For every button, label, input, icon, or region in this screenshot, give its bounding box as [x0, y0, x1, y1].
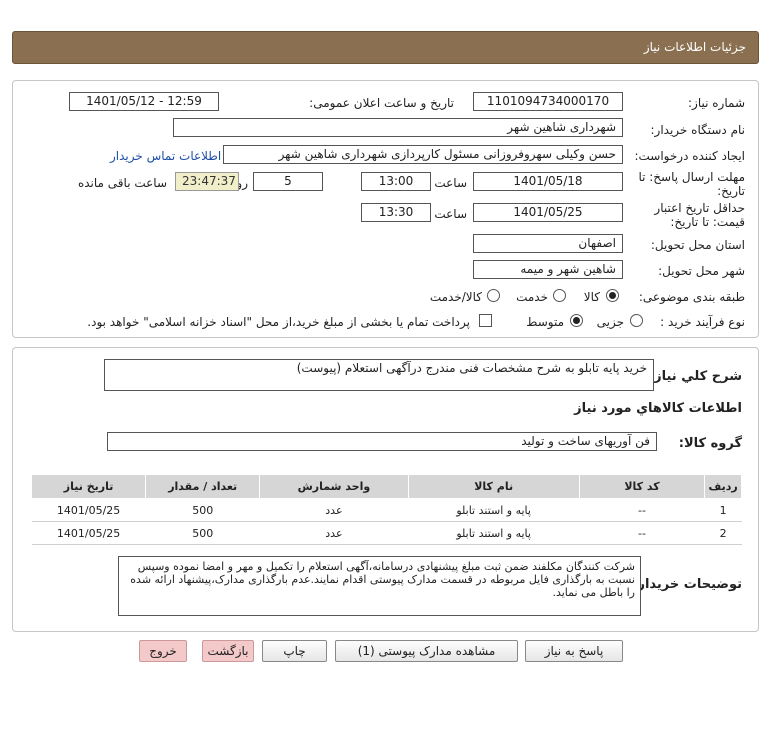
- category-label: طبقه بندی موضوعی:: [638, 290, 745, 304]
- view-attachments-button[interactable]: مشاهده مدارک پیوستی (1): [335, 640, 518, 662]
- buyer-org-field: شهرداری شاهین شهر: [173, 118, 623, 137]
- category-radio-service[interactable]: [553, 289, 566, 302]
- deadline-label-1: مهلت ارسال پاسخ: تا: [638, 170, 745, 184]
- summary-field: خرید پایه تابلو به شرح مشخصات فنی مندرج …: [104, 359, 654, 391]
- process-option-minor: جزیی: [596, 315, 624, 329]
- validity-date-field: 1401/05/25: [473, 203, 623, 222]
- validity-label-2: قیمت: تا تاریخ:: [670, 215, 745, 229]
- category-radio-goods-service[interactable]: [487, 289, 500, 302]
- col-goods-code: کد کالا: [578, 474, 706, 499]
- cell-unit: عدد: [259, 521, 409, 545]
- cell-row-number: 1: [704, 498, 742, 522]
- cell-goods-code: --: [579, 498, 705, 522]
- validity-label-1: حداقل تاریخ اعتبار: [654, 201, 745, 215]
- validity-time-field: 13:30: [361, 203, 431, 222]
- cell-unit: عدد: [259, 498, 409, 522]
- announce-field: 1401/05/12 - 12:59: [69, 92, 219, 111]
- need-number-label: شماره نیاز:: [688, 96, 745, 110]
- remaining-time-field: 23:47:37: [175, 172, 239, 191]
- deadline-time-label: ساعت: [434, 176, 467, 190]
- process-radio-medium[interactable]: [570, 314, 583, 327]
- goods-group-field: فن آوریهای ساخت و تولید: [107, 432, 657, 451]
- city-label: شهر محل تحویل:: [658, 264, 745, 278]
- reply-button[interactable]: پاسخ به نیاز: [525, 640, 623, 662]
- cell-goods-code: --: [579, 521, 705, 545]
- col-quantity: تعداد / مقدار: [145, 474, 261, 499]
- deadline-time-field: 13:00: [361, 172, 431, 191]
- category-option-goods: کالا: [583, 290, 600, 304]
- buyer-org-label: نام دستگاه خریدار:: [650, 123, 746, 137]
- creator-label: ایجاد کننده درخواست:: [634, 149, 745, 163]
- days-field: 5: [253, 172, 323, 191]
- category-option-goods-service: کالا/خدمت: [429, 290, 482, 304]
- col-need-date: تاریخ نیاز: [30, 474, 147, 499]
- col-goods-name: نام کالا: [407, 474, 580, 499]
- cell-need-date: 1401/05/25: [31, 498, 146, 522]
- cell-need-date: 1401/05/25: [31, 521, 146, 545]
- deadline-label-2: تاریخ:: [717, 184, 745, 198]
- goods-section-title: اطلاعات کالاهاي مورد نياز: [574, 401, 742, 416]
- exit-button[interactable]: خروج: [139, 640, 187, 662]
- category-option-service: خدمت: [516, 290, 548, 304]
- col-row-number: ردیف: [704, 474, 742, 499]
- summary-label: شرح کلي نياز:: [648, 369, 742, 384]
- remaining-label: ساعت باقی مانده: [77, 176, 167, 190]
- table-row: 1 -- پایه و استند تابلو عدد 500 1401/05/…: [31, 498, 742, 522]
- province-label: استان محل تحویل:: [650, 238, 745, 252]
- cell-row-number: 2: [704, 521, 742, 545]
- contact-buyer-link[interactable]: اطلاعات تماس خریدار: [110, 149, 221, 163]
- treasury-payment-checkbox[interactable]: [479, 314, 492, 327]
- buyer-notes-field: شرکت کنندگان مکلفند ضمن ثبت مبلغ پیشنهاد…: [118, 556, 641, 616]
- category-radio-goods[interactable]: [606, 289, 619, 302]
- back-button[interactable]: بازگشت: [202, 640, 254, 662]
- table-row: 2 -- پایه و استند تابلو عدد 500 1401/05/…: [31, 521, 742, 545]
- creator-field: حسن وکیلی سهروفروزانی مسئول کارپردازی شه…: [223, 145, 623, 164]
- cell-quantity: 500: [145, 521, 260, 545]
- page-title: جزئیات اطلاعات نیاز: [643, 40, 746, 54]
- deadline-date-field: 1401/05/18: [473, 172, 623, 191]
- goods-table: ردیف کد کالا نام کالا واحد شمارش تعداد /…: [30, 474, 742, 545]
- buyer-notes-label: توضیحات خریدار:: [632, 577, 742, 592]
- cell-goods-name: پایه و استند تابلو: [408, 521, 580, 545]
- process-radio-minor[interactable]: [630, 314, 643, 327]
- treasury-payment-note: پرداخت تمام یا بخشی از مبلغ خرید،از محل …: [87, 315, 470, 329]
- goods-group-label: گروه کالا:: [678, 436, 742, 451]
- process-label: نوع فرآیند خرید :: [660, 315, 745, 329]
- province-field: اصفهان: [473, 234, 623, 253]
- process-option-medium: متوسط: [526, 315, 564, 329]
- cell-goods-name: پایه و استند تابلو: [408, 498, 580, 522]
- need-number-field: 1101094734000170: [473, 92, 623, 111]
- announce-label: تاریخ و ساعت اعلان عمومی:: [309, 96, 454, 110]
- cell-quantity: 500: [145, 498, 260, 522]
- print-button[interactable]: چاپ: [262, 640, 327, 662]
- col-unit: واحد شمارش: [259, 474, 409, 499]
- validity-time-label: ساعت: [434, 207, 467, 221]
- goods-table-header: ردیف کد کالا نام کالا واحد شمارش تعداد /…: [30, 474, 742, 499]
- city-field: شاهین شهر و میمه: [473, 260, 623, 279]
- page-header: جزئیات اطلاعات نیاز: [12, 31, 759, 64]
